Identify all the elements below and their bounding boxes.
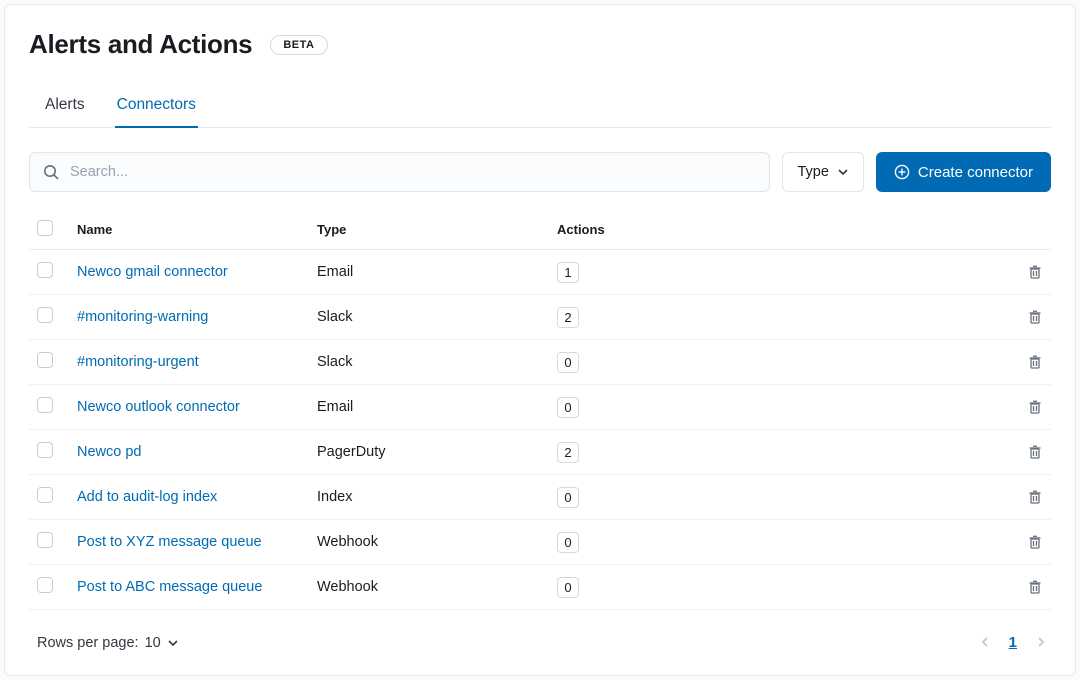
rows-per-page-value: 10: [145, 635, 161, 651]
delete-row-button[interactable]: [1023, 350, 1047, 374]
chevron-right-icon: [1035, 636, 1047, 648]
table-footer: Rows per page: 10 1: [29, 630, 1051, 655]
page-header: Alerts and Actions BETA: [29, 29, 1051, 60]
search-icon: [43, 164, 59, 180]
connectors-table: Name Type Actions Newco gmail connector E…: [29, 210, 1051, 610]
tabs: Alerts Connectors: [29, 86, 1051, 128]
table-row: Newco outlook connector Email 0: [29, 385, 1051, 430]
actions-count: 0: [557, 577, 579, 598]
row-checkbox[interactable]: [37, 352, 53, 368]
connector-type-cell: Email: [309, 250, 549, 295]
connector-type-cell: PagerDuty: [309, 430, 549, 475]
connector-name-link[interactable]: Newco pd: [77, 444, 141, 460]
table-row: Newco gmail connector Email 1: [29, 250, 1051, 295]
search-input[interactable]: [29, 152, 770, 192]
actions-count: 0: [557, 532, 579, 553]
rows-per-page-label: Rows per page:: [37, 635, 139, 651]
actions-count: 0: [557, 352, 579, 373]
table-row: Post to XYZ message queue Webhook 0: [29, 520, 1051, 565]
connector-name-link[interactable]: Newco gmail connector: [77, 264, 228, 280]
column-header-row-actions: [1007, 210, 1051, 250]
alerts-and-actions-panel: Alerts and Actions BETA Alerts Connector…: [4, 4, 1076, 676]
delete-row-button[interactable]: [1023, 440, 1047, 464]
select-all-checkbox[interactable]: [37, 220, 53, 236]
connector-name-link[interactable]: Post to XYZ message queue: [77, 534, 262, 550]
trash-icon: [1027, 309, 1043, 325]
controls-row: Type Create connector: [29, 152, 1051, 192]
row-checkbox[interactable]: [37, 262, 53, 278]
column-header-actions[interactable]: Actions: [549, 210, 1007, 250]
connector-type-cell: Email: [309, 385, 549, 430]
trash-icon: [1027, 579, 1043, 595]
delete-row-button[interactable]: [1023, 485, 1047, 509]
search-wrap: [29, 152, 770, 192]
connector-name-link[interactable]: Newco outlook connector: [77, 399, 240, 415]
delete-row-button[interactable]: [1023, 305, 1047, 329]
delete-row-button[interactable]: [1023, 260, 1047, 284]
connector-type-cell: Slack: [309, 295, 549, 340]
connector-name-link[interactable]: Post to ABC message queue: [77, 579, 262, 595]
column-header-type[interactable]: Type: [309, 210, 549, 250]
row-checkbox[interactable]: [37, 307, 53, 323]
trash-icon: [1027, 444, 1043, 460]
trash-icon: [1027, 489, 1043, 505]
rows-per-page-selector[interactable]: Rows per page: 10: [37, 635, 179, 651]
trash-icon: [1027, 264, 1043, 280]
row-checkbox[interactable]: [37, 487, 53, 503]
connector-name-link[interactable]: #monitoring-urgent: [77, 354, 199, 370]
create-connector-button[interactable]: Create connector: [876, 152, 1051, 192]
table-row: Newco pd PagerDuty 2: [29, 430, 1051, 475]
table-row: #monitoring-warning Slack 2: [29, 295, 1051, 340]
table-row: #monitoring-urgent Slack 0: [29, 340, 1051, 385]
delete-row-button[interactable]: [1023, 530, 1047, 554]
pagination-prev[interactable]: [975, 630, 995, 655]
actions-count: 2: [557, 307, 579, 328]
chevron-left-icon: [979, 636, 991, 648]
connector-type-cell: Index: [309, 475, 549, 520]
table-row: Add to audit-log index Index 0: [29, 475, 1051, 520]
tab-alerts[interactable]: Alerts: [43, 86, 87, 128]
row-checkbox[interactable]: [37, 577, 53, 593]
actions-count: 1: [557, 262, 579, 283]
page-title: Alerts and Actions: [29, 29, 252, 60]
beta-badge: BETA: [270, 35, 327, 55]
column-header-name[interactable]: Name: [69, 210, 309, 250]
plus-circle-icon: [894, 164, 910, 180]
connector-name-link[interactable]: Add to audit-log index: [77, 489, 217, 505]
delete-row-button[interactable]: [1023, 575, 1047, 599]
connector-type-cell: Webhook: [309, 565, 549, 610]
row-checkbox[interactable]: [37, 442, 53, 458]
pagination: 1: [975, 630, 1051, 655]
actions-count: 0: [557, 397, 579, 418]
row-checkbox[interactable]: [37, 397, 53, 413]
connector-type-cell: Webhook: [309, 520, 549, 565]
connector-type-cell: Slack: [309, 340, 549, 385]
chevron-down-icon: [837, 166, 849, 178]
row-checkbox[interactable]: [37, 532, 53, 548]
type-filter-label: Type: [797, 164, 828, 180]
trash-icon: [1027, 399, 1043, 415]
actions-count: 2: [557, 442, 579, 463]
table-row: Post to ABC message queue Webhook 0: [29, 565, 1051, 610]
column-header-select: [29, 210, 69, 250]
connector-name-link[interactable]: #monitoring-warning: [77, 309, 208, 325]
chevron-down-icon: [167, 637, 179, 649]
create-connector-label: Create connector: [918, 164, 1033, 181]
pagination-current-page[interactable]: 1: [1009, 634, 1017, 651]
actions-count: 0: [557, 487, 579, 508]
type-filter-button[interactable]: Type: [782, 152, 863, 192]
delete-row-button[interactable]: [1023, 395, 1047, 419]
tab-connectors[interactable]: Connectors: [115, 86, 198, 128]
trash-icon: [1027, 354, 1043, 370]
pagination-next[interactable]: [1031, 630, 1051, 655]
trash-icon: [1027, 534, 1043, 550]
